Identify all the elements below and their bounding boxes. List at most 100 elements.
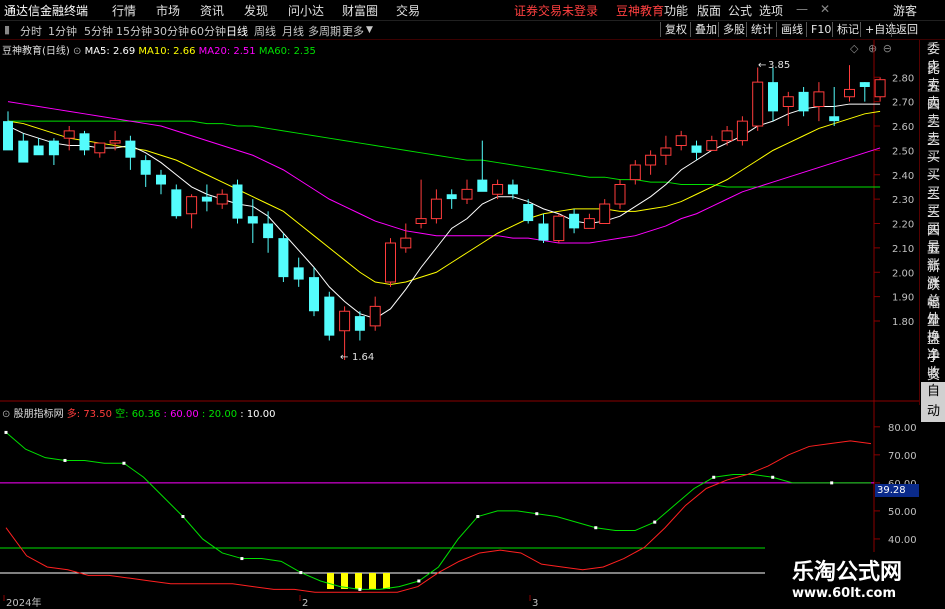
candle-body [492,184,504,195]
candle-body [752,81,764,127]
kong-marker [358,587,362,591]
date-label: 2 [302,598,308,609]
candle-body [844,88,855,98]
kong-marker [712,475,716,479]
high-annotation: 3.85 [768,60,790,71]
kline-chart[interactable]: 80.0070.0060.0050.0040.0030.00 2.802.702… [0,40,919,609]
kong-marker [4,430,8,434]
menu-xuanxiang[interactable]: 选项 [759,2,783,19]
login-warning[interactable]: 证券交易未登录 [514,2,598,19]
candle-body [324,296,335,336]
kong-marker [594,526,598,530]
kong-marker [535,512,539,516]
menu-gongshi[interactable]: 公式 [728,2,752,19]
candle-body [721,130,733,142]
candle-body [293,267,304,280]
btn-tongji[interactable]: 统计 [746,22,773,37]
candle-body [691,145,702,153]
period-weekly[interactable]: 周线 [254,23,276,39]
btn-duogu[interactable]: 多股 [718,22,745,37]
candle-body [385,242,396,283]
btn-back[interactable]: 返回 [891,22,918,37]
signal-bar [355,573,362,589]
btn-fuquan[interactable]: 复权 [660,22,687,37]
period-1min[interactable]: 1分钟 [48,23,77,39]
signal-bar [369,573,376,589]
period-60min[interactable]: 60分钟 [190,23,226,39]
kong-marker [240,557,244,561]
candle-body [63,130,75,139]
btn-biaoji[interactable]: 标记 [832,22,859,37]
candle-body [171,189,182,217]
ma-lines [7,101,881,320]
kong-marker [122,461,126,465]
candle-body [109,140,121,144]
period-daily[interactable]: 日线 [226,23,248,39]
kong-marker [417,579,421,583]
menu-zixun[interactable]: 资讯 [200,2,224,19]
menu-banmian[interactable]: 版面 [697,2,721,19]
kong-marker [299,571,303,575]
date-label: 2024年 [6,596,41,609]
candle-body [278,238,289,278]
price-tick-label: 2.30 [892,195,914,206]
period-fenshi[interactable]: 分时 [20,23,42,39]
menu-gongneng[interactable]: 功能 [664,2,688,19]
period-monthly[interactable]: 月线 [282,23,304,39]
low-arrow-icon: ← [340,352,348,363]
candles [3,65,886,360]
kong-marker [771,475,775,479]
kong-marker [181,515,185,519]
period-more[interactable]: 更多 [342,23,364,39]
candle-body [859,82,870,87]
btn-f10[interactable]: F10 [806,22,831,37]
candle-body [263,223,274,239]
candle-body [369,305,381,327]
candle-body [507,184,518,195]
candle-body [446,194,457,200]
candle-body [201,196,212,202]
ma20-line [7,101,881,244]
app-title: 通达信金融终端 [4,4,89,18]
period-30min[interactable]: 30分钟 [153,23,189,39]
period-toolbar: ▮ 分时 1分钟 5分钟 15分钟 30分钟 60分钟 日线 周线 月线 多周期… [0,21,945,40]
candle-body [125,140,136,158]
watermark-url: www.60lt.com [792,586,897,601]
chevron-down-icon[interactable]: ▼ [366,25,373,35]
candle-body [3,121,13,151]
toolbar-grip-icon: ▮ [4,23,11,36]
menu-jiaoyi[interactable]: 交易 [396,2,420,19]
candle-body [538,223,549,241]
minimize-button[interactable]: — [796,2,808,16]
candle-body [400,237,412,249]
menu-caifuquan[interactable]: 财富圈 [342,2,378,19]
stock-name-title: 豆神教育 [616,4,665,18]
candle-body [94,142,106,154]
candle-body [583,218,595,229]
btn-diejia[interactable]: 叠加 [690,22,717,37]
menu-shichang[interactable]: 市场 [156,2,180,19]
candle-body [339,310,351,332]
sub-tick-label: 40.00 [888,535,917,546]
period-multi[interactable]: 多周期 [308,23,341,39]
ma5-line [7,103,881,320]
kong-marker [830,481,834,485]
kong-line [5,432,871,590]
candle-body [461,188,473,200]
period-15min[interactable]: 15分钟 [116,23,152,39]
kong-marker [476,515,480,519]
close-icon[interactable]: ✕ [820,2,830,16]
menu-faxian[interactable]: 发现 [244,2,268,19]
date-axis: 2024年 2 3 [3,595,538,609]
indicator-value-badge: 39.28 [875,484,919,497]
candle-body [645,154,657,166]
candle-body [660,147,672,156]
menu-hangqing[interactable]: 行情 [112,2,136,19]
candle-body [309,277,319,312]
period-5min[interactable]: 5分钟 [84,23,113,39]
side-label[interactable]: 自动 [921,382,945,422]
guest-label[interactable]: 游客 [893,2,917,19]
candle-body [140,160,151,175]
menu-wenxiaoda[interactable]: 问小达 [288,2,324,19]
btn-huaxian[interactable]: 画线 [776,22,803,37]
